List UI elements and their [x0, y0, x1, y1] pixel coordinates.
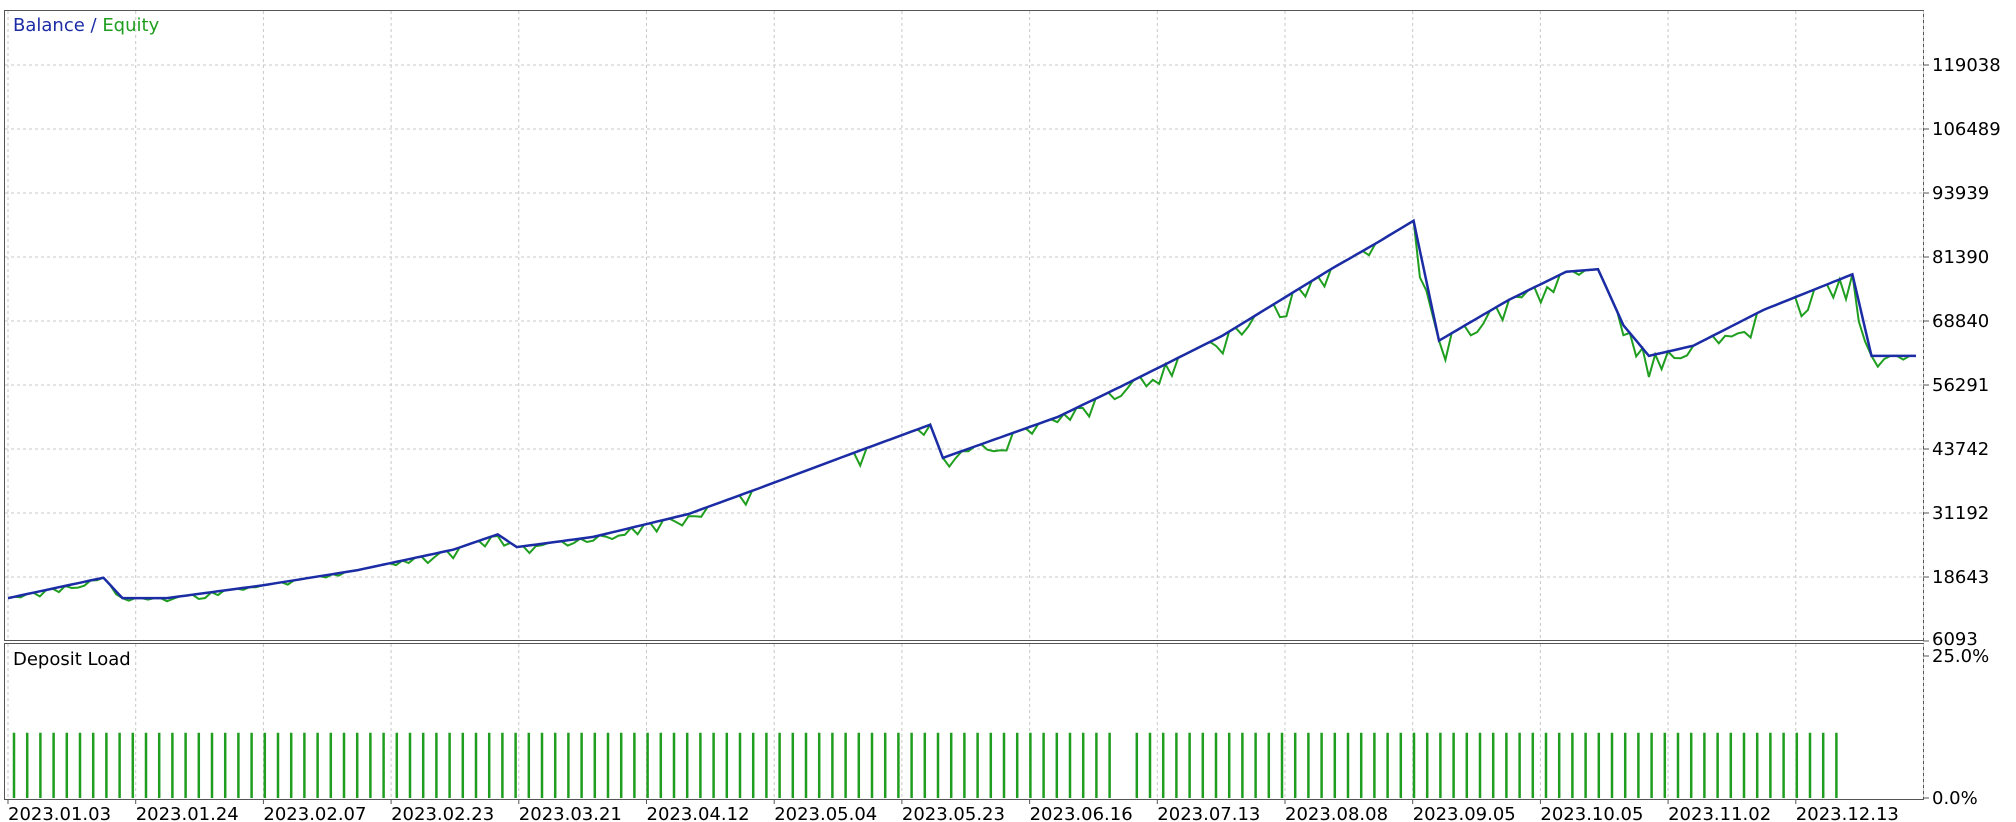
x-tick-label: 2023.06.16 — [1030, 804, 1133, 822]
y-tick-label: 93939 — [1932, 183, 1989, 204]
x-tick-label: 2023.04.12 — [647, 804, 750, 822]
x-tick-label: 2023.01.03 — [8, 804, 111, 822]
x-tick-label: 2023.10.05 — [1540, 804, 1643, 822]
y-tick-label: 31192 — [1932, 503, 1989, 524]
x-tick-label: 2023.07.13 — [1157, 804, 1260, 822]
x-tick-label: 2023.05.23 — [902, 804, 1005, 822]
x-tick-label: 2023.02.23 — [391, 804, 494, 822]
x-tick-label: 2023.12.13 — [1796, 804, 1899, 822]
chart-legend: Balance / Equity — [13, 15, 159, 36]
y-tick-label: 106489 — [1932, 119, 2001, 140]
x-tick-label: 2023.01.24 — [136, 804, 239, 822]
legend-equity: Equity — [102, 15, 160, 36]
legend-balance: Balance — [13, 15, 85, 36]
x-tick-label: 2023.09.05 — [1413, 804, 1516, 822]
y-tick-label: 68840 — [1932, 311, 1989, 332]
dl-y-tick-label: 0.0% — [1932, 788, 1978, 809]
deposit-load-title: Deposit Load — [13, 649, 131, 670]
y-tick-label: 18643 — [1932, 567, 1989, 588]
date-axis: 2023.01.03 2023.01.24 2023.02.07 2023.02.23… — [7, 799, 1899, 822]
dl-y-tick-label: 25.0% — [1932, 646, 1989, 667]
x-tick-label: 2023.11.02 — [1668, 804, 1771, 822]
balance-y-axis: 119038 106489 93939 81390 68840 56291 43742 311… — [1923, 55, 2001, 650]
y-tick-label: 119038 — [1932, 55, 2001, 76]
balance-panel — [4, 10, 1924, 641]
tester-graph: 119038 106489 93939 81390 68840 56291 43742 311… — [4, 10, 2001, 822]
legend-separator: / — [84, 15, 103, 36]
y-tick-label: 81390 — [1932, 247, 1989, 268]
x-tick-label: 2023.05.04 — [774, 804, 877, 822]
y-tick-label: 56291 — [1932, 375, 1989, 396]
x-tick-label: 2023.08.08 — [1285, 804, 1388, 822]
x-tick-label: 2023.03.21 — [519, 804, 622, 822]
deposit-load-y-axis: 25.0% 0.0% — [1923, 646, 1989, 809]
x-tick-label: 2023.02.07 — [263, 804, 366, 822]
y-tick-label: 43742 — [1932, 439, 1989, 460]
